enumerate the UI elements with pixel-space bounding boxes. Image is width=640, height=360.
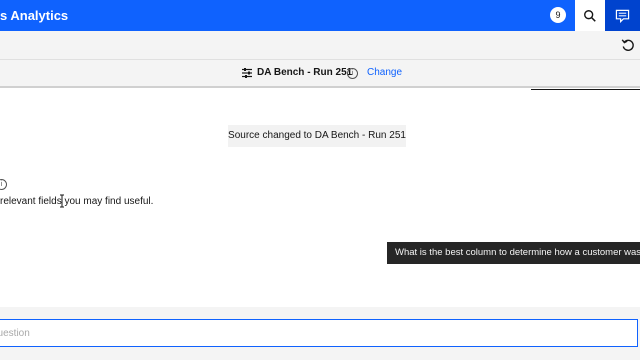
- chat-button[interactable]: [605, 0, 640, 31]
- chat-input[interactable]: [0, 320, 629, 346]
- message-info-icon[interactable]: i: [0, 179, 7, 190]
- search-icon: [584, 9, 596, 22]
- chat-input-box[interactable]: [0, 319, 638, 347]
- source-changed-message: Source changed to DA Bench - Run 251: [228, 125, 406, 147]
- source-bar: DA Bench - Run 251 i Change: [0, 60, 640, 88]
- chat-icon: [615, 9, 630, 23]
- assistant-message: relevant fields you may find useful.: [0, 196, 154, 207]
- info-icon[interactable]: i: [347, 68, 358, 79]
- top-navigation-bar: s Analytics 9: [0, 0, 640, 31]
- search-button[interactable]: [575, 0, 605, 31]
- toolbar: [0, 31, 640, 60]
- change-source-link[interactable]: Change: [367, 60, 402, 86]
- reset-icon[interactable]: [620, 37, 636, 53]
- notification-badge[interactable]: 9: [550, 7, 566, 23]
- text-cursor-icon: [60, 194, 64, 208]
- source-name: DA Bench - Run 251: [257, 67, 353, 78]
- app-title: s Analytics: [0, 8, 69, 23]
- suggested-question[interactable]: What is the best column to determine how…: [387, 242, 640, 264]
- divider: [531, 89, 640, 90]
- data-source-icon: [242, 68, 252, 78]
